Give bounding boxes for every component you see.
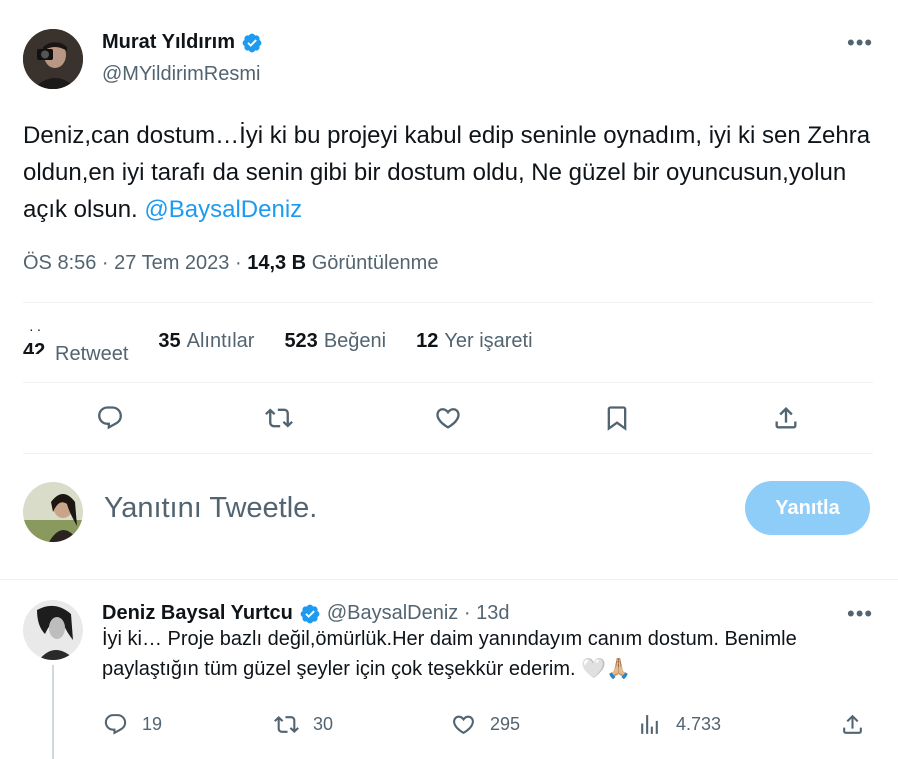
tweet-timestamp[interactable]: ÖS 8:56 · 27 Tem 2023 · [23, 252, 247, 274]
share-icon [843, 714, 862, 734]
tweet-stats: ·· 42 Retweet 35 Alıntılar 523 Beğeni 12… [23, 321, 563, 366]
bookmark-button[interactable] [602, 403, 632, 433]
reply-icon [98, 406, 122, 430]
reply-share-button[interactable] [840, 712, 865, 737]
retweet-count: 42 [23, 340, 46, 354]
reply-author-handle[interactable]: @BaysalDeniz · 13d [327, 602, 510, 625]
share-button[interactable] [771, 403, 801, 433]
like-label: Beğeni [323, 330, 387, 352]
reply-view-count: 4.733 [676, 714, 722, 734]
bookmark-count: 12 [416, 330, 439, 352]
divider-stats [23, 382, 873, 383]
retweet-count-dots: ·· [29, 321, 45, 337]
reply-more-options-icon[interactable]: ••• [847, 603, 873, 625]
tweet-text: Deniz,can dostum…İyi ki bu projeyi kabul… [23, 117, 873, 228]
views-label: Görüntülenme [311, 252, 439, 274]
reply-like-button[interactable]: 295 [451, 712, 520, 737]
reply-button[interactable] [95, 403, 125, 433]
reply-reply-button[interactable]: 19 [103, 712, 162, 737]
bookmark-icon [607, 406, 627, 431]
mention-link[interactable]: @BaysalDeniz [144, 196, 302, 223]
views-count: 14,3 B [247, 252, 307, 274]
retweet-stat[interactable]: ·· 42 Retweet [23, 321, 129, 366]
current-user-avatar[interactable] [23, 482, 83, 542]
divider-actions [23, 453, 873, 454]
divider-top [23, 302, 873, 303]
reply-input[interactable]: Yanıtını Tweetle. [104, 492, 317, 525]
share-icon [775, 407, 797, 429]
author-handle[interactable]: @MYildirimResmi [102, 63, 260, 86]
reply-submit-button[interactable]: Yanıtla [745, 481, 870, 535]
author-name-text[interactable]: Murat Yıldırım [102, 31, 235, 54]
like-button[interactable] [433, 403, 463, 433]
reply-author[interactable]: Deniz Baysal Yurtcu @BaysalDeniz · 13d [102, 602, 509, 625]
reply-retweet-count: 30 [313, 714, 334, 734]
retweet-count-animating: ·· 42 [23, 321, 55, 360]
more-options-icon[interactable]: ••• [847, 32, 873, 54]
like-icon [436, 408, 460, 429]
reply-author-avatar[interactable] [23, 600, 83, 660]
like-icon [453, 715, 474, 735]
analytics-icon [641, 715, 658, 734]
author-name[interactable]: Murat Yıldırım [102, 31, 263, 54]
reply-reply-count: 19 [142, 714, 163, 734]
retweet-label: Retweet [55, 343, 129, 365]
retweet-icon [274, 716, 299, 733]
bookmark-stat[interactable]: 12 Yer işareti [416, 330, 532, 366]
reply-views-button[interactable]: 4.733 [637, 712, 721, 737]
tweet-meta: ÖS 8:56 · 27 Tem 2023 · 14,3 B Görüntüle… [23, 252, 438, 275]
bookmark-label: Yer işareti [444, 330, 533, 352]
quote-label: Alıntılar [186, 330, 255, 352]
author-avatar[interactable] [23, 29, 83, 89]
retweet-icon [265, 408, 293, 428]
reply-retweet-button[interactable]: 30 [274, 712, 333, 737]
reply-action-bar: 19 30 295 4.733 [0, 712, 898, 742]
reply-author-name[interactable]: Deniz Baysal Yurtcu [102, 602, 293, 625]
reply-icon [104, 714, 127, 735]
quote-count: 35 [158, 330, 181, 352]
retweet-button[interactable] [264, 403, 294, 433]
quote-stat[interactable]: 35 Alıntılar [158, 330, 254, 366]
reply-text: İyi ki… Proje bazlı değil,ömürlük.Her da… [102, 628, 797, 680]
like-count: 523 [284, 330, 318, 352]
section-divider [0, 579, 898, 580]
verified-badge-icon [300, 604, 320, 623]
verified-badge-icon [242, 33, 262, 52]
reply-like-count: 295 [490, 714, 521, 734]
like-stat[interactable]: 523 Beğeni [284, 330, 386, 366]
